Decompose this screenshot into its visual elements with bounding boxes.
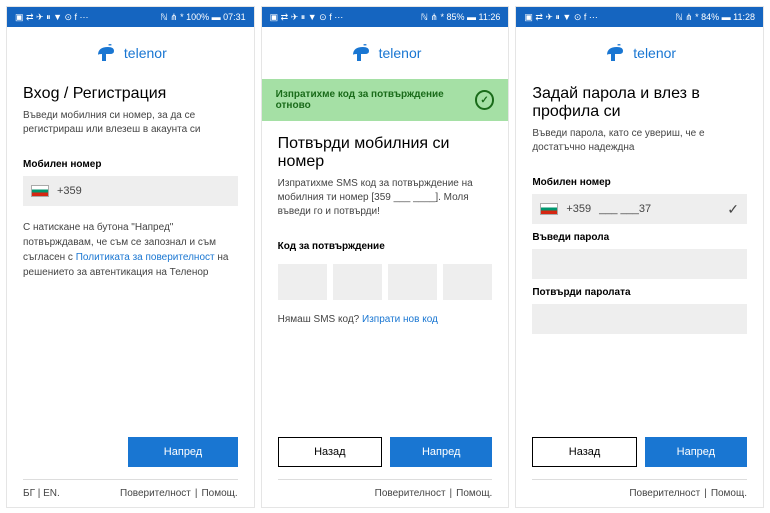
password-label: Въведи парола [532, 232, 747, 243]
phone-screen-1: ▣ ⇄ ✈ ⏸ ▼ ⊙ f ⋯ ℕ ⋔ * 100% ▬ 07:31 telen… [6, 6, 255, 508]
resend-text: Нямаш SMS код? Изпрати нов код [278, 314, 493, 325]
telenor-logo-icon [349, 41, 373, 65]
language-toggle[interactable]: БГ | EN. [23, 488, 60, 499]
code-digit-2[interactable] [333, 264, 382, 300]
button-row: Напред [7, 425, 254, 479]
privacy-link[interactable]: Поверителност [120, 488, 191, 499]
help-link[interactable]: Помощ. [456, 488, 492, 499]
privacy-link[interactable]: Поверителност [629, 488, 700, 499]
page-subtitle: Въведи мобилния си номер, за да се регис… [23, 109, 238, 137]
phone-input[interactable]: +359 ___ ___37 ✓ [532, 194, 747, 224]
footer: БГ | EN. Поверителност|Помощ. [7, 480, 254, 507]
telenor-logo-icon [94, 41, 118, 65]
status-right: ℕ ⋔ * 84% ▬ 11:28 [675, 12, 755, 23]
page-title: Задай парола и влез в профила си [532, 85, 747, 121]
code-digit-4[interactable] [443, 264, 492, 300]
back-button[interactable]: Назад [532, 437, 636, 467]
phone-screen-3: ▣ ⇄ ✈ ⏸ ▼ ⊙ f ⋯ ℕ ⋔ * 84% ▬ 11:28 teleno… [515, 6, 764, 508]
status-right: ℕ ⋔ * 100% ▬ 07:31 [160, 12, 245, 23]
phone-value: ___ ___37 [599, 203, 651, 215]
password-input[interactable] [532, 249, 747, 279]
next-button[interactable]: Напред [128, 437, 237, 467]
bulgaria-flag-icon [31, 185, 49, 197]
app-header: telenor [516, 27, 763, 79]
privacy-policy-link[interactable]: Политиката за поверителност [76, 252, 215, 263]
phone-input[interactable]: +359 [23, 176, 238, 206]
phone-prefix: +359 [566, 203, 591, 215]
content: Задай парола и влез в профила си Въведи … [516, 79, 763, 425]
code-digit-3[interactable] [388, 264, 437, 300]
footer: Поверителност|Помощ. [262, 480, 509, 507]
page-subtitle: Изпратихме SMS код за потвърждение на мо… [278, 177, 493, 219]
button-row: Назад Напред [516, 425, 763, 479]
confirm-password-label: Потвърди паролата [532, 287, 747, 298]
brand-name: telenor [124, 45, 167, 61]
resend-link[interactable]: Изпрати нов код [362, 314, 438, 325]
status-bar: ▣ ⇄ ✈ ⏸ ▼ ⊙ f ⋯ ℕ ⋔ * 84% ▬ 11:28 [516, 7, 763, 27]
code-label: Код за потвърждение [278, 241, 493, 252]
brand-name: telenor [379, 45, 422, 61]
page-subtitle: Въведи парола, като се увериш, че е дост… [532, 127, 747, 155]
phone-label: Мобилен номер [23, 159, 238, 170]
check-icon: ✓ [727, 201, 739, 218]
status-left: ▣ ⇄ ✈ ⏸ ▼ ⊙ f ⋯ [524, 12, 598, 23]
app-header: telenor [262, 27, 509, 79]
help-link[interactable]: Помощ. [711, 488, 747, 499]
status-bar: ▣ ⇄ ✈ ⏸ ▼ ⊙ f ⋯ ℕ ⋔ * 85% ▬ 11:26 [262, 7, 509, 27]
success-banner: Изпратихме код за потвърждение отново ✓ [262, 79, 509, 121]
next-button[interactable]: Напред [390, 437, 492, 467]
status-right: ℕ ⋔ * 85% ▬ 11:26 [421, 12, 501, 23]
phone-prefix: +359 [57, 185, 82, 197]
content: Bxog / Регистрация Въведи мобилния си но… [7, 79, 254, 425]
help-link[interactable]: Помощ. [201, 488, 237, 499]
bulgaria-flag-icon [540, 203, 558, 215]
brand-name: telenor [633, 45, 676, 61]
back-button[interactable]: Назад [278, 437, 382, 467]
checkmark-icon: ✓ [475, 90, 494, 110]
app-header: telenor [7, 27, 254, 79]
status-left: ▣ ⇄ ✈ ⏸ ▼ ⊙ f ⋯ [270, 12, 344, 23]
code-digit-1[interactable] [278, 264, 327, 300]
telenor-logo-icon [603, 41, 627, 65]
button-row: Назад Напред [262, 425, 509, 479]
footer: Поверителност|Помощ. [516, 480, 763, 507]
phone-label: Мобилен номер [532, 177, 747, 188]
next-button[interactable]: Напред [645, 437, 747, 467]
confirm-password-input[interactable] [532, 304, 747, 334]
page-title: Потвърди мобилния си номер [278, 135, 493, 171]
status-bar: ▣ ⇄ ✈ ⏸ ▼ ⊙ f ⋯ ℕ ⋔ * 100% ▬ 07:31 [7, 7, 254, 27]
phone-screen-2: ▣ ⇄ ✈ ⏸ ▼ ⊙ f ⋯ ℕ ⋔ * 85% ▬ 11:26 teleno… [261, 6, 510, 508]
code-input-row [278, 264, 493, 300]
status-left: ▣ ⇄ ✈ ⏸ ▼ ⊙ f ⋯ [15, 12, 89, 23]
content: Изпратихме код за потвърждение отново ✓ … [262, 79, 509, 425]
privacy-link[interactable]: Поверителност [375, 488, 446, 499]
page-title: Bxog / Регистрация [23, 85, 238, 103]
consent-text: С натискане на бутона "Напред" потвържда… [23, 220, 238, 280]
